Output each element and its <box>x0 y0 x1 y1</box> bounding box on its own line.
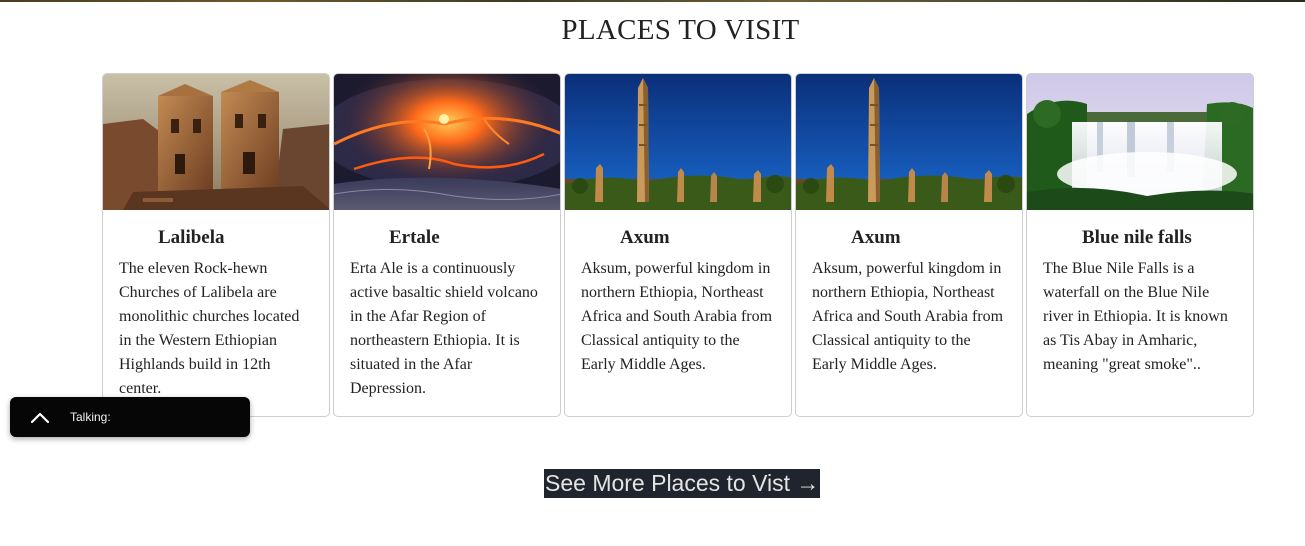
card-title: Blue nile falls <box>1082 227 1192 248</box>
card-description: The eleven Rock-hewn Churches of Lalibel… <box>119 260 300 397</box>
place-card-axum[interactable]: Axum Aksum, powerful kingdom in northern… <box>564 73 792 417</box>
chevron-up-icon[interactable] <box>10 397 70 437</box>
see-more-places-link[interactable]: See More Places to Vist → <box>544 469 821 498</box>
card-description: Aksum, powerful kingdom in northern Ethi… <box>812 260 1004 373</box>
card-description: Aksum, powerful kingdom in northern Ethi… <box>581 260 773 373</box>
places-card-list: Lalibela The eleven Rock-hewn Churches o… <box>102 73 1254 417</box>
card-title: Ertale <box>389 227 440 248</box>
section-title: PLACES TO VISIT <box>561 14 800 46</box>
card-title: Lalibela <box>158 227 225 248</box>
place-card-ertale[interactable]: Ertale Erta Ale is a continuously active… <box>333 73 561 417</box>
place-card-blue-nile-falls[interactable]: Blue nile falls The Blue Nile Falls is a… <box>1026 73 1254 417</box>
obelisk-photo <box>796 74 1022 210</box>
header-image-strip <box>0 0 1305 2</box>
rock-hewn-church-photo <box>103 74 329 210</box>
waterfall-photo <box>1027 74 1253 210</box>
card-title: Axum <box>620 227 670 248</box>
card-description: Erta Ale is a continuously active basalt… <box>350 260 538 397</box>
card-title: Axum <box>851 227 901 248</box>
place-card-axum-2[interactable]: Axum Aksum, powerful kingdom in northern… <box>795 73 1023 417</box>
talking-widget[interactable]: Talking: <box>10 397 250 437</box>
obelisk-photo <box>565 74 791 210</box>
card-description: The Blue Nile Falls is a waterfall on th… <box>1043 260 1228 373</box>
lava-lake-photo <box>334 74 560 210</box>
talking-label: Talking: <box>70 410 111 424</box>
place-card-lalibela[interactable]: Lalibela The eleven Rock-hewn Churches o… <box>102 73 330 417</box>
